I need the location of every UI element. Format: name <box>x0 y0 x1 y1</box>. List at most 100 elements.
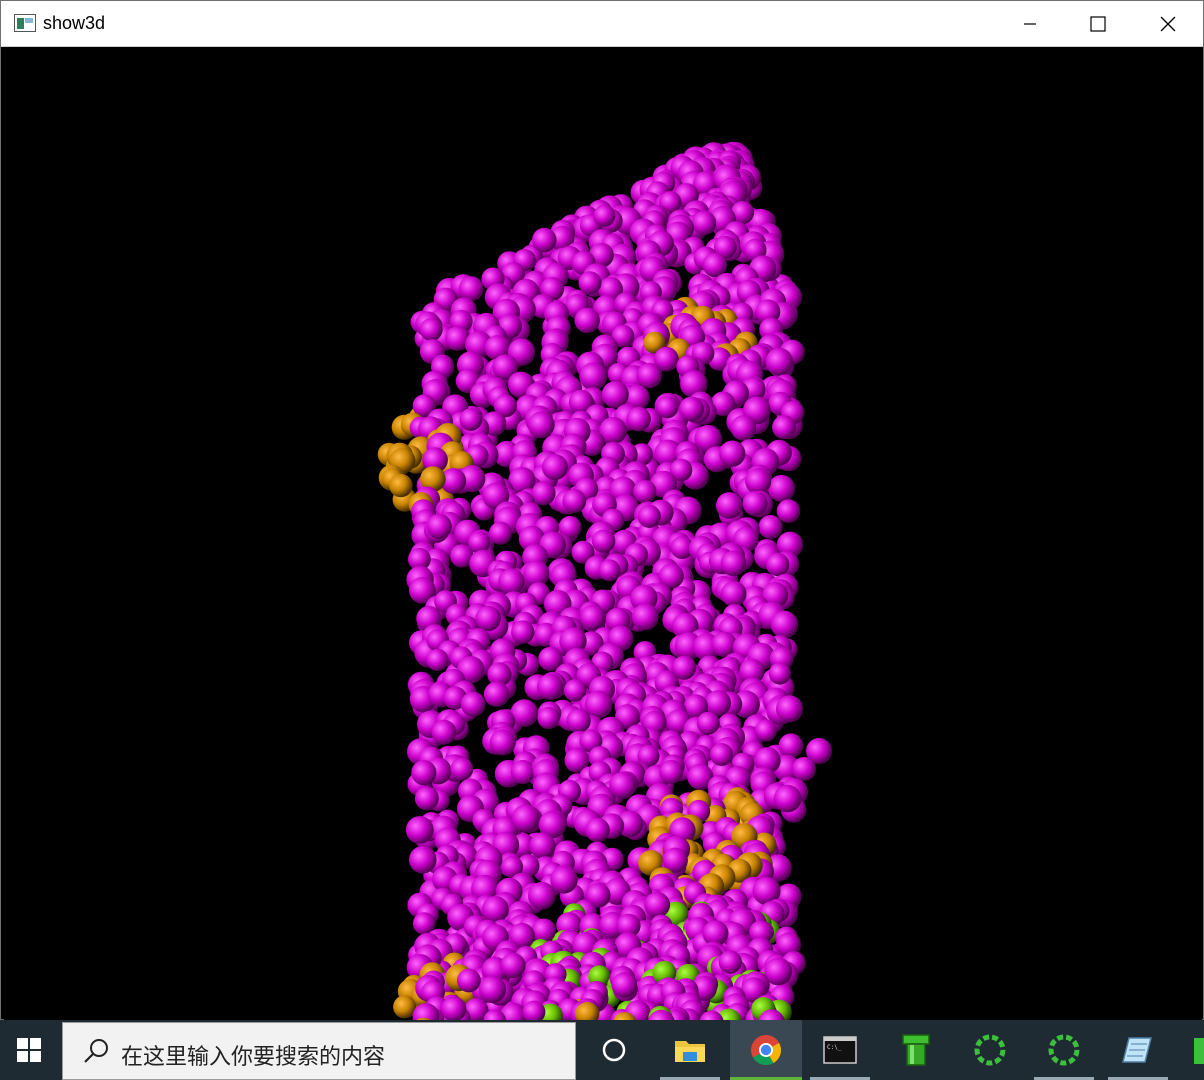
svg-text:C:\_: C:\_ <box>827 1044 842 1051</box>
sphere <box>511 804 540 833</box>
sphere <box>405 816 434 844</box>
sphere <box>768 662 791 685</box>
sphere <box>696 711 720 735</box>
sphere <box>776 695 803 723</box>
sphere <box>585 817 610 843</box>
sphere <box>414 786 439 811</box>
sphere <box>431 719 457 745</box>
sphere <box>773 784 802 813</box>
spinner-icon <box>1048 1034 1080 1066</box>
sphere <box>483 681 510 707</box>
maximize-icon <box>1090 16 1106 32</box>
sphere <box>537 673 563 700</box>
sphere <box>574 307 600 334</box>
sphere <box>460 691 486 717</box>
sphere <box>537 706 560 730</box>
sphere <box>637 504 661 528</box>
circle-icon <box>602 1038 626 1062</box>
minimize-button[interactable] <box>995 1 1065 47</box>
taskbar-search-box[interactable]: 在这里输入你要搜索的内容 <box>62 1022 576 1080</box>
sphere <box>458 276 484 302</box>
sphere <box>419 318 443 342</box>
sphere <box>710 743 733 766</box>
sphere <box>459 408 483 431</box>
sphere <box>611 972 638 998</box>
sphere <box>633 480 657 504</box>
sphere <box>550 866 578 894</box>
sphere <box>475 605 501 632</box>
app-window-icon <box>14 14 36 32</box>
sphere <box>792 757 816 781</box>
sphere <box>778 733 804 758</box>
window-title: show3d <box>43 13 106 33</box>
3d-viewport[interactable] <box>4 49 1202 1021</box>
sphere <box>754 719 778 742</box>
sphere <box>478 975 507 1004</box>
sphere <box>579 362 608 391</box>
search-placeholder: 在这里输入你要搜索的内容 <box>121 1045 386 1070</box>
minimize-icon <box>1024 23 1036 25</box>
terminal-icon: C:\_ <box>823 1036 857 1064</box>
sphere <box>631 603 659 631</box>
sphere <box>716 492 743 519</box>
taskbar-file-explorer[interactable] <box>654 1020 726 1080</box>
sphere <box>426 648 449 672</box>
taskbar-overflow-app-edge[interactable] <box>1194 1038 1204 1064</box>
sphere <box>500 952 526 979</box>
windows-logo-icon <box>17 1038 41 1062</box>
sphere <box>457 968 481 993</box>
sphere <box>776 499 801 523</box>
close-icon <box>1160 16 1176 32</box>
sphere <box>426 513 452 539</box>
sphere <box>593 204 616 227</box>
sphere <box>691 210 717 236</box>
taskbar-green-pipe-app[interactable] <box>880 1020 952 1080</box>
sphere <box>441 996 467 1021</box>
taskbar-notes-app[interactable] <box>1102 1020 1174 1080</box>
sphere <box>758 515 783 539</box>
sphere <box>409 846 437 874</box>
app-window: show3d <box>0 0 1204 1021</box>
sphere <box>532 227 557 253</box>
sphere <box>389 473 413 498</box>
sphere <box>579 604 606 630</box>
sphere <box>742 490 768 516</box>
sphere <box>598 559 621 582</box>
spinner-icon <box>974 1034 1006 1066</box>
taskbar-command-prompt[interactable]: C:\_ <box>804 1020 876 1080</box>
sphere <box>636 362 662 389</box>
close-button[interactable] <box>1133 1 1203 47</box>
sphere <box>601 381 629 409</box>
sphere <box>393 995 417 1019</box>
taskbar-spinner-app-1[interactable] <box>954 1020 1026 1080</box>
sphere <box>720 581 747 607</box>
start-button[interactable] <box>0 1020 58 1080</box>
sphere <box>531 481 556 506</box>
sphere <box>768 474 795 502</box>
sphere <box>591 529 616 553</box>
sphere <box>531 918 556 943</box>
taskbar: 在这里输入你要搜索的内容 C:\_ <box>0 1020 1204 1080</box>
sphere <box>772 415 797 440</box>
sphere <box>489 521 512 545</box>
sphere <box>528 881 556 910</box>
sphere <box>529 832 556 859</box>
sphere <box>489 729 516 756</box>
taskbar-spinner-app-2[interactable] <box>1028 1020 1100 1080</box>
taskbar-cortana[interactable] <box>578 1020 650 1080</box>
sphere <box>511 620 535 644</box>
sphere <box>411 760 437 786</box>
sphere <box>745 468 772 495</box>
sphere <box>765 347 794 376</box>
title-bar[interactable]: show3d <box>1 1 1203 47</box>
sphere <box>626 406 651 432</box>
sphere <box>656 396 679 419</box>
maximize-button[interactable] <box>1063 1 1133 47</box>
sphere <box>566 708 591 733</box>
sphere <box>766 552 790 577</box>
sphere <box>542 454 568 481</box>
sphere <box>770 610 799 639</box>
taskbar-chrome[interactable] <box>730 1020 802 1080</box>
pipe-icon <box>902 1034 930 1066</box>
sphere <box>720 550 747 577</box>
